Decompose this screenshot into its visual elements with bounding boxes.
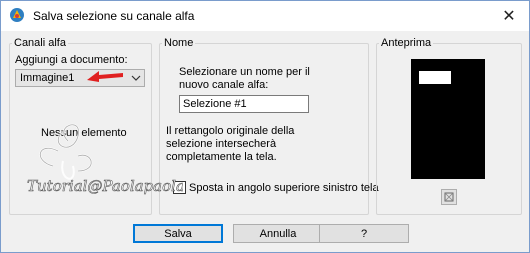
close-icon: ✕ [502, 8, 516, 25]
preview-selection-rect [419, 71, 451, 84]
cancel-button[interactable]: Annulla [233, 224, 323, 243]
note-line1: Il rettangolo originale della [166, 125, 295, 137]
dialog-window: Salva selezione su canale alfa ✕ Canali … [0, 0, 530, 253]
arrow-icon [87, 71, 123, 82]
title-bar: Salva selezione su canale alfa ✕ [1, 1, 529, 31]
chevron-down-icon [131, 75, 141, 81]
name-legend: Nome [164, 37, 194, 49]
add-to-document-label: Aggiungi a documento: [15, 54, 128, 66]
help-button[interactable]: ? [319, 224, 409, 243]
zoom-button[interactable] [441, 189, 457, 205]
save-button[interactable]: Salva [133, 224, 223, 243]
move-to-corner-checkbox[interactable] [173, 181, 186, 194]
name-instruction-line1: Selezionare un nome per il [179, 66, 310, 78]
zoom-icon [444, 192, 454, 202]
alpha-channels-legend: Canali alfa [14, 37, 66, 49]
document-select[interactable]: Immagine1 [15, 69, 145, 87]
preview-canvas [411, 59, 485, 179]
window-title: Salva selezione su canale alfa [33, 9, 195, 23]
document-select-value: Immagine1 [20, 72, 75, 84]
channel-name-input[interactable] [179, 95, 309, 113]
note-line2: selezione intersecherà [166, 138, 277, 150]
empty-list-text: Nessun elemento [41, 127, 127, 139]
move-to-corner-label: Sposta in angolo superiore sinistro tela [189, 182, 379, 194]
preview-legend: Anteprima [381, 37, 432, 49]
name-instruction-line2: nuovo canale alfa: [179, 79, 269, 91]
close-button[interactable]: ✕ [489, 1, 529, 31]
app-icon [10, 8, 24, 22]
note-line3: completamente la tela. [166, 151, 277, 163]
